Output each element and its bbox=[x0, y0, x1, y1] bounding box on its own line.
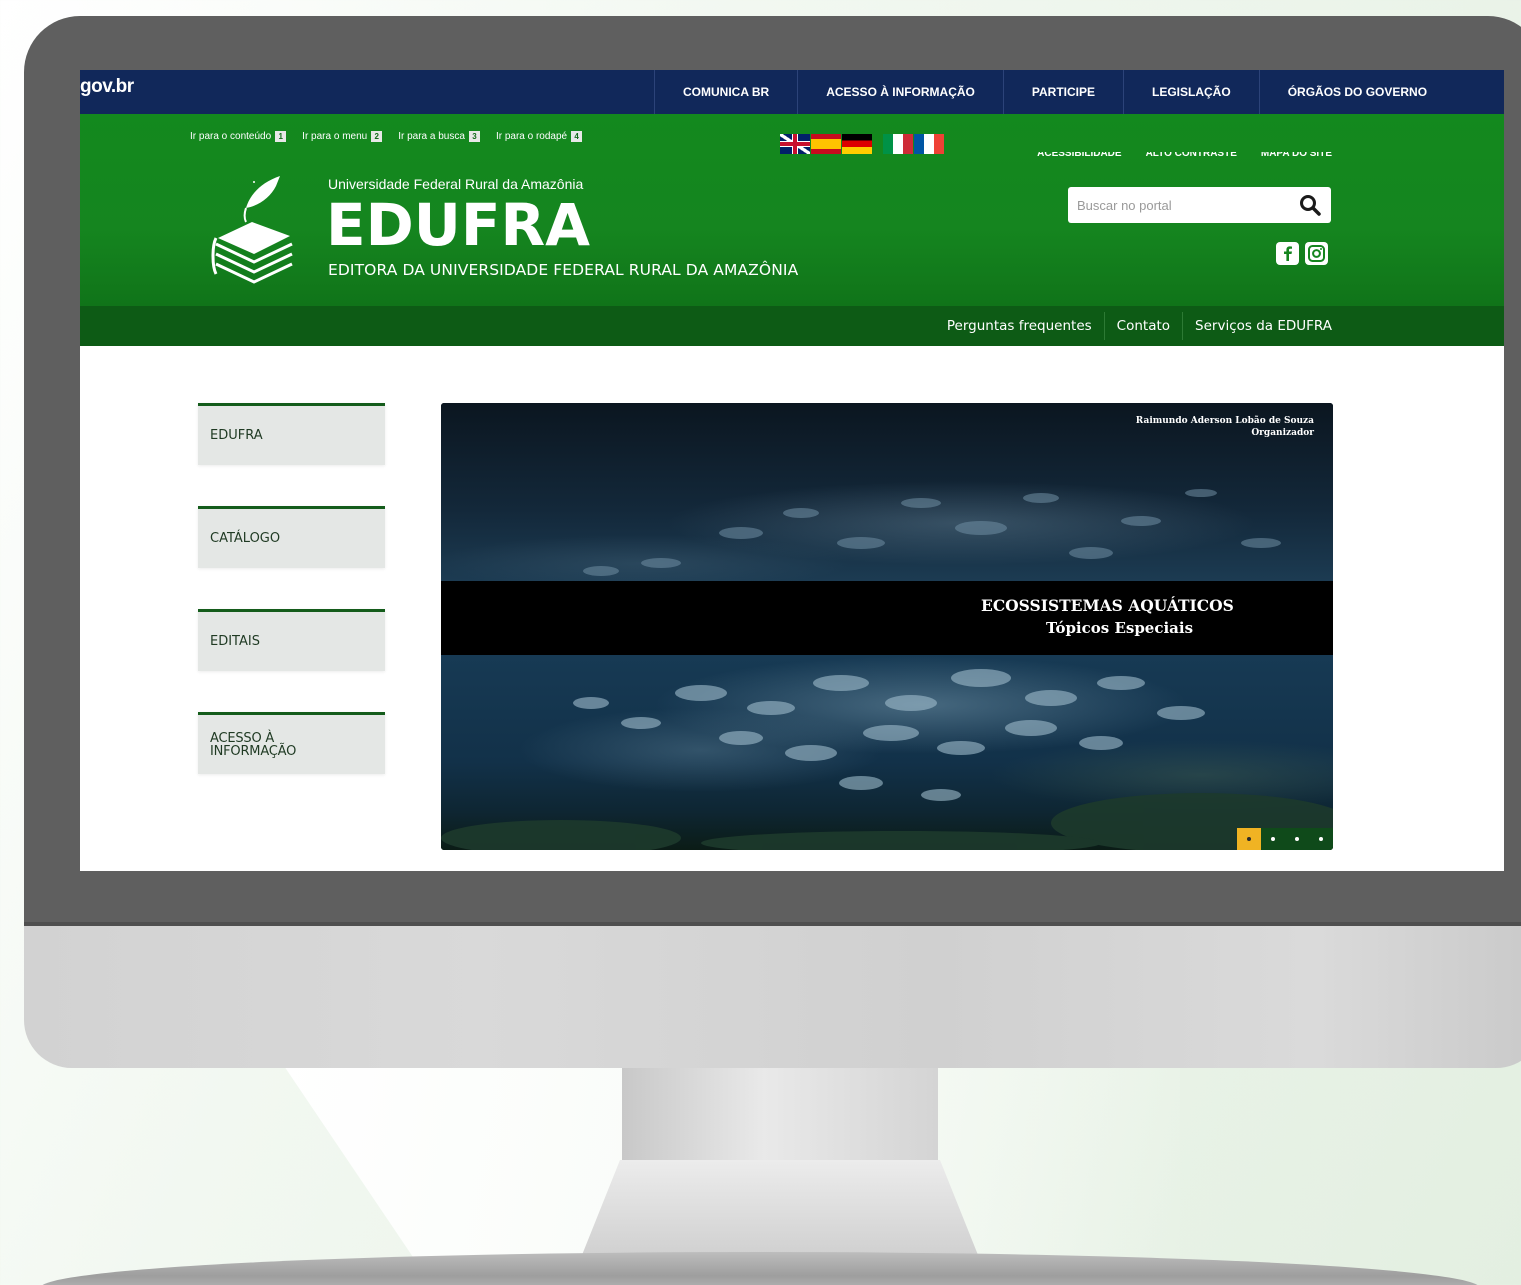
uk-flag-icon[interactable] bbox=[780, 134, 810, 154]
carousel-dot[interactable] bbox=[1237, 828, 1261, 850]
monitor-stand-base bbox=[40, 1252, 1480, 1285]
search-input[interactable] bbox=[1068, 188, 1289, 222]
gov-nav: COMUNICA BR ACESSO À INFORMAÇÃO PARTICIP… bbox=[654, 70, 1455, 114]
access-key-badge: 2 bbox=[371, 131, 383, 142]
edufra-book-logo-icon[interactable] bbox=[210, 172, 296, 292]
carousel-dot[interactable] bbox=[1309, 828, 1333, 850]
main-content: EDUFRA CATÁLOGO EDITAIS ACESSO À INFORMA… bbox=[80, 346, 1504, 871]
monitor-stand-foot bbox=[580, 1160, 980, 1260]
accessibility-link[interactable]: ACESSIBILIDADE bbox=[1037, 152, 1121, 160]
monitor-chin bbox=[24, 926, 1521, 1068]
subnav-faq[interactable]: Perguntas frequentes bbox=[935, 312, 1104, 340]
language-flags bbox=[780, 134, 945, 154]
skip-to-content-link[interactable]: Ir para o conteúdo 1 bbox=[190, 131, 287, 142]
side-menu: EDUFRA CATÁLOGO EDITAIS ACESSO À INFORMA… bbox=[198, 403, 385, 815]
gov-nav-participe[interactable]: PARTICIPE bbox=[1002, 70, 1123, 114]
monitor-screen: gov.br COMUNICA BR ACESSO À INFORMAÇÃO P… bbox=[80, 70, 1504, 871]
secondary-nav-items: Perguntas frequentes Contato Serviços da… bbox=[935, 306, 1332, 346]
de-flag-icon[interactable] bbox=[842, 134, 872, 154]
title-band bbox=[441, 581, 1333, 655]
book-subtitle: Tópicos Especiais bbox=[1046, 619, 1194, 637]
search-box bbox=[1068, 187, 1331, 223]
carousel-dot[interactable] bbox=[1285, 828, 1309, 850]
high-contrast-link[interactable]: ALTO CONTRASTE bbox=[1146, 152, 1237, 160]
side-menu-item-catalogo[interactable]: CATÁLOGO bbox=[198, 506, 385, 568]
secondary-nav: Perguntas frequentes Contato Serviços da… bbox=[80, 306, 1504, 346]
es-flag-icon[interactable] bbox=[811, 134, 841, 154]
carousel-dot[interactable] bbox=[1261, 828, 1285, 850]
book-title: ECOSSISTEMAS AQUÁTICOS bbox=[981, 596, 1234, 615]
it-flag-icon[interactable] bbox=[883, 134, 913, 154]
gov-nav-comunica-br[interactable]: COMUNICA BR bbox=[654, 70, 797, 114]
skip-to-menu-link[interactable]: Ir para o menu 2 bbox=[302, 131, 383, 142]
gov-nav-orgaos-governo[interactable]: ÓRGÃOS DO GOVERNO bbox=[1258, 70, 1455, 114]
fr-flag-icon[interactable] bbox=[914, 134, 944, 154]
side-menu-item-edufra[interactable]: EDUFRA bbox=[198, 403, 385, 465]
author-name: Raimundo Aderson Lobão de Souza bbox=[1135, 416, 1314, 426]
side-menu-item-label: ACESSO À INFORMAÇÃO bbox=[210, 730, 297, 759]
top-right-links: ACESSIBILIDADE ALTO CONTRASTE MAPA DO SI… bbox=[1037, 152, 1332, 160]
access-key-badge: 3 bbox=[468, 131, 480, 142]
side-menu-item-editais[interactable]: EDITAIS bbox=[198, 609, 385, 671]
gov-nav-legislacao[interactable]: LEGISLAÇÃO bbox=[1123, 70, 1259, 114]
book-author: Raimundo Aderson Lobão de Souza Organiza… bbox=[1136, 415, 1314, 439]
skip-link-label: Ir para a busca bbox=[398, 131, 465, 142]
sitemap-link[interactable]: MAPA DO SITE bbox=[1261, 152, 1332, 160]
skip-link-label: Ir para o menu bbox=[302, 131, 368, 142]
skip-link-label: Ir para o rodapé bbox=[495, 131, 568, 142]
skip-to-footer-link[interactable]: Ir para o rodapé 4 bbox=[495, 131, 583, 142]
side-menu-item-acesso-informacao[interactable]: ACESSO À INFORMAÇÃO bbox=[198, 712, 385, 774]
gov-nav-acesso-informacao[interactable]: ACESSO À INFORMAÇÃO bbox=[797, 70, 1003, 114]
accessibility-links: Ir para o conteúdo 1 Ir para o menu 2 Ir… bbox=[190, 131, 583, 142]
skip-link-label: Ir para o conteúdo bbox=[190, 131, 272, 142]
search-icon bbox=[1300, 195, 1321, 216]
access-key-badge: 1 bbox=[275, 131, 287, 142]
site-brand-title[interactable]: EDUFRA bbox=[326, 190, 590, 260]
site-header: Ir para o conteúdo 1 Ir para o menu 2 Ir… bbox=[80, 114, 1504, 306]
gov-logo[interactable]: gov.br bbox=[80, 76, 134, 98]
site-brand-subtitle: EDITORA DA UNIVERSIDADE FEDERAL RURAL DA… bbox=[328, 261, 799, 279]
author-role: Organizador bbox=[1251, 428, 1314, 438]
access-key-badge: 4 bbox=[571, 131, 583, 142]
skip-to-search-link[interactable]: Ir para a busca 3 bbox=[398, 131, 480, 142]
instagram-icon[interactable] bbox=[1305, 242, 1328, 265]
subnav-contact[interactable]: Contato bbox=[1103, 312, 1182, 340]
social-links bbox=[1276, 242, 1328, 265]
subnav-services[interactable]: Serviços da EDUFRA bbox=[1182, 312, 1332, 340]
search-button[interactable] bbox=[1289, 187, 1331, 223]
facebook-icon[interactable] bbox=[1276, 242, 1299, 265]
banner-carousel[interactable]: Raimundo Aderson Lobão de Souza Organiza… bbox=[441, 403, 1333, 850]
carousel-pagination bbox=[1237, 828, 1333, 850]
gov-bar: gov.br COMUNICA BR ACESSO À INFORMAÇÃO P… bbox=[80, 70, 1504, 114]
